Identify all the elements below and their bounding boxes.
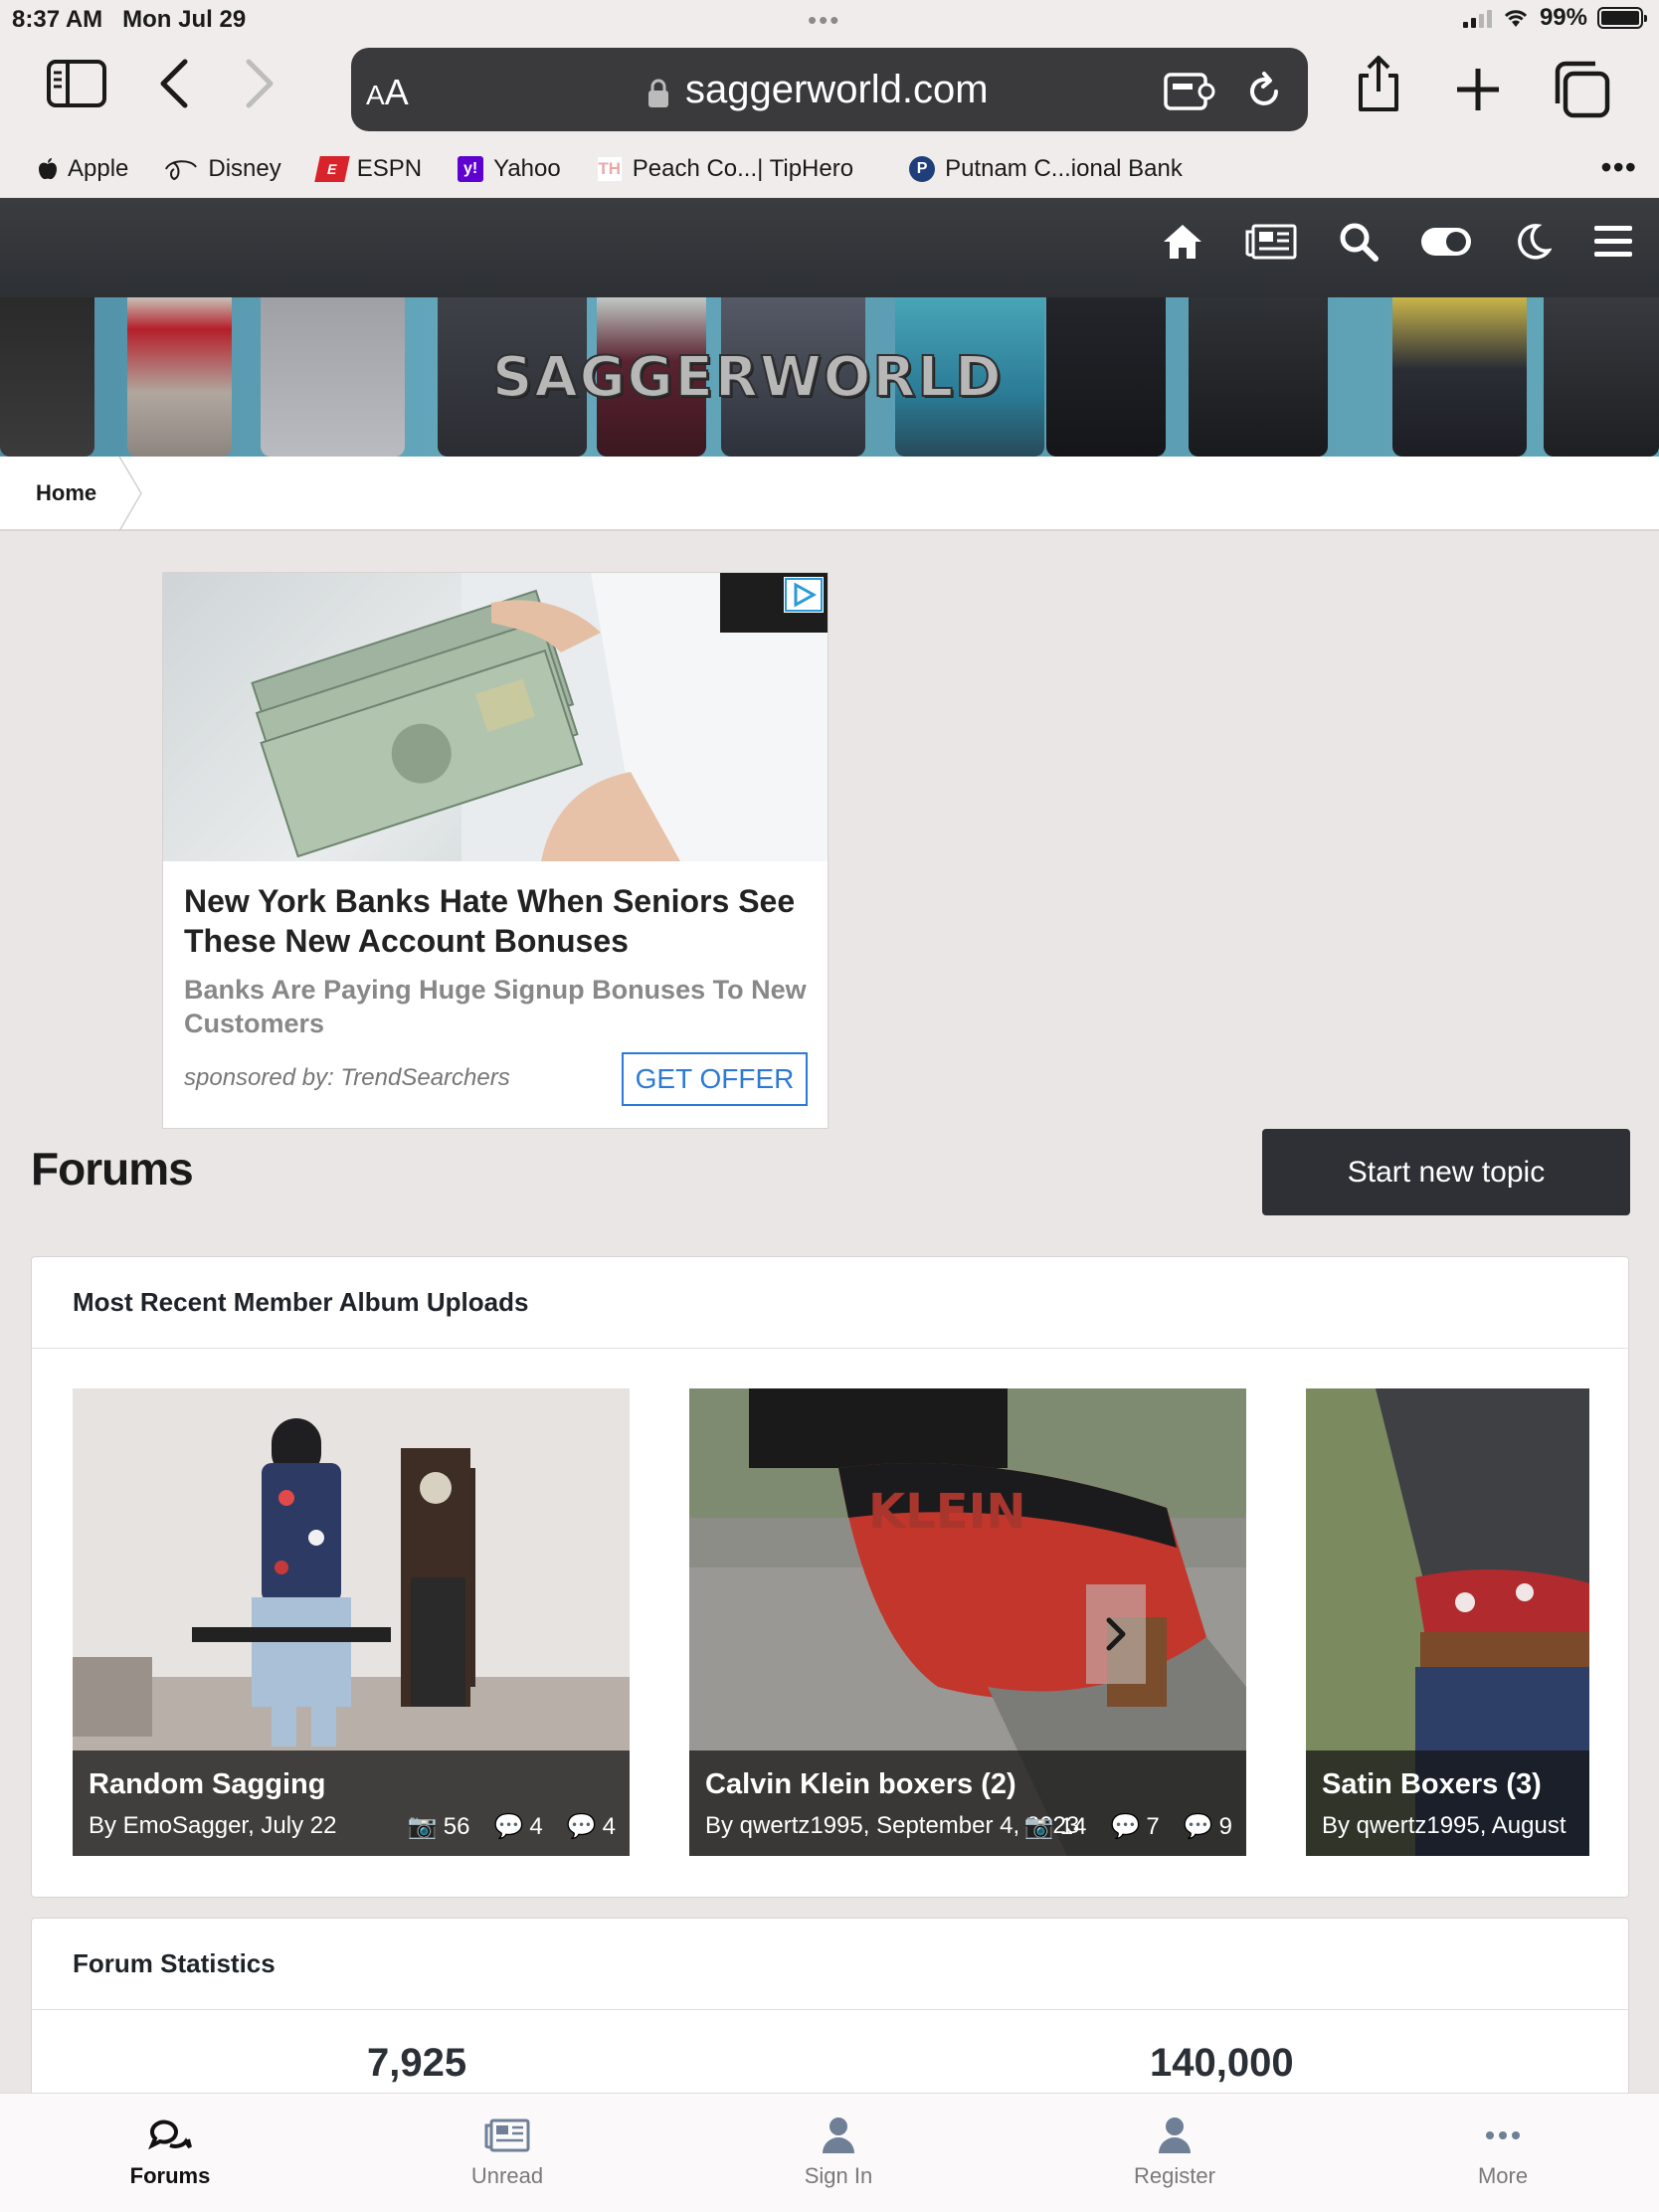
- text-size-button[interactable]: AA: [366, 72, 409, 113]
- album-byline[interactable]: By qwertz1995, September 4, 2023: [705, 1812, 1079, 1840]
- album-card[interactable]: Satin Boxers (3) By qwertz1995, August: [1306, 1388, 1589, 1856]
- yahoo-icon: y!: [458, 156, 484, 182]
- home-icon[interactable]: [1162, 223, 1203, 261]
- album-byline[interactable]: By EmoSagger, July 22: [89, 1812, 336, 1840]
- album-uploads-heading: Most Recent Member Album Uploads: [32, 1257, 1628, 1349]
- tab-register[interactable]: Register: [1075, 2116, 1274, 2189]
- tiphero-icon: TH: [596, 156, 623, 182]
- more-bookmarks-icon[interactable]: •••: [1600, 149, 1637, 186]
- comment-count: 💬 7: [1110, 1812, 1160, 1841]
- sponsored-ad[interactable]: New York Banks Hate When Seniors See The…: [162, 572, 829, 1129]
- tab-forums[interactable]: Forums: [71, 2116, 270, 2189]
- bookmark-espn[interactable]: E ESPN: [313, 155, 422, 183]
- forum-statistics-widget: Forum Statistics: [31, 1918, 1629, 2117]
- page-title: Forums: [31, 1143, 194, 1195]
- comment-count: 💬 4: [493, 1812, 543, 1841]
- battery-icon: [1597, 7, 1647, 29]
- bookmark-putnam-bank[interactable]: P Putnam C...ional Bank: [909, 155, 1183, 183]
- ad-subtitle: Banks Are Paying Huge Signup Bonuses To …: [184, 975, 807, 1038]
- new-tab-icon[interactable]: [1454, 66, 1502, 113]
- ad-sponsor: sponsored by: TrendSearchers: [184, 1064, 510, 1091]
- tab-unread[interactable]: Unread: [408, 2116, 607, 2189]
- share-icon[interactable]: [1353, 54, 1404, 113]
- breadcrumb-home[interactable]: Home: [36, 480, 96, 506]
- disney-icon: [165, 160, 198, 181]
- newspaper-icon: [484, 2119, 530, 2152]
- multitasking-dots-icon[interactable]: •••: [808, 7, 840, 33]
- address-bar[interactable]: AA saggerworld.com: [351, 48, 1308, 131]
- extensions-icon[interactable]: [1163, 72, 1216, 111]
- status-bar: 8:37 AM Mon Jul 29 ••• 99%: [0, 0, 1659, 40]
- browser-toolbar: AA saggerworld.com: [0, 40, 1659, 141]
- camera-icon: 📷: [407, 1813, 438, 1840]
- breadcrumb-separator-icon: [118, 457, 142, 531]
- stat-topics: 7,925: [367, 2041, 467, 2085]
- album-title[interactable]: Calvin Klein boxers (2): [705, 1768, 1016, 1801]
- bookmark-yahoo[interactable]: y! Yahoo: [458, 155, 561, 183]
- reply-count: 💬 4: [566, 1812, 616, 1841]
- tabs-overview-icon[interactable]: [1552, 60, 1611, 119]
- tab-sign-in[interactable]: Sign In: [739, 2116, 938, 2189]
- stat-posts: 140,000: [1150, 2041, 1294, 2085]
- lock-icon: [648, 79, 668, 107]
- comment-icon: 💬: [493, 1813, 524, 1840]
- more-icon: [1486, 2131, 1520, 2139]
- comments-icon: 💬: [1183, 1813, 1213, 1840]
- bank-icon: P: [909, 156, 936, 182]
- album-carousel[interactable]: Random Sagging By EmoSagger, July 22 📷 56…: [73, 1388, 1589, 1856]
- image-count: 📷 56: [407, 1812, 470, 1841]
- bookmark-disney[interactable]: Disney: [164, 155, 281, 183]
- menu-icon[interactable]: [1593, 224, 1633, 260]
- url-text[interactable]: saggerworld.com: [685, 68, 989, 112]
- bookmark-tiphero[interactable]: TH Peach Co...| TipHero: [596, 155, 853, 183]
- album-title[interactable]: Satin Boxers (3): [1322, 1768, 1542, 1801]
- camera-icon: 📷: [1023, 1813, 1054, 1840]
- comment-icon: 💬: [1110, 1813, 1141, 1840]
- search-icon[interactable]: [1339, 222, 1379, 262]
- forum-statistics-heading: Forum Statistics: [32, 1919, 1628, 2010]
- album-uploads-widget: Most Recent Member Album Uploads Random …: [31, 1256, 1629, 1898]
- album-title[interactable]: Random Sagging: [89, 1768, 325, 1801]
- favorites-bar: Apple Disney E ESPN y! Yahoo TH Peach Co…: [0, 141, 1659, 197]
- album-byline[interactable]: By qwertz1995, August: [1322, 1812, 1566, 1840]
- reload-icon[interactable]: [1242, 70, 1286, 113]
- svg-text:KLEIN: KLEIN: [868, 1484, 1026, 1540]
- chevron-right-icon: [1106, 1617, 1126, 1651]
- comments-icon: 💬: [566, 1813, 597, 1840]
- status-time: 8:37 AM Mon Jul 29: [12, 6, 247, 33]
- image-count: 📷 14: [1023, 1812, 1087, 1841]
- user-icon: [823, 2118, 854, 2153]
- bottom-tab-bar: Forums Unread Sign In Register More: [0, 2093, 1659, 2212]
- album-card[interactable]: Random Sagging By EmoSagger, July 22 📷 56…: [73, 1388, 630, 1856]
- news-icon[interactable]: [1245, 224, 1297, 260]
- chat-icon: [148, 2120, 192, 2150]
- espn-icon: E: [313, 156, 350, 182]
- album-card[interactable]: KLEIN Calvin Klein boxers (2) By qwertz1…: [689, 1388, 1246, 1856]
- tab-more[interactable]: More: [1403, 2116, 1602, 2189]
- user-plus-icon: [1159, 2118, 1191, 2153]
- battery-percent: 99%: [1539, 4, 1587, 31]
- wifi-icon: [1504, 10, 1528, 27]
- bookmark-apple[interactable]: Apple: [38, 155, 128, 183]
- cellular-signal-icon: [1462, 8, 1492, 28]
- carousel-next-button[interactable]: [1086, 1584, 1146, 1684]
- back-chevron-icon[interactable]: [157, 58, 191, 109]
- breadcrumb: Home: [0, 457, 1659, 531]
- ad-title[interactable]: New York Banks Hate When Seniors See The…: [184, 881, 811, 961]
- reply-count: 💬 9: [1183, 1812, 1232, 1841]
- ad-image[interactable]: [163, 573, 828, 861]
- moon-icon[interactable]: [1514, 223, 1552, 261]
- get-offer-button[interactable]: GET OFFER: [622, 1052, 808, 1106]
- sidebar-icon[interactable]: [46, 58, 107, 109]
- toggle-icon[interactable]: [1420, 227, 1472, 257]
- site-header: [0, 198, 1659, 297]
- site-logo[interactable]: SAGGERWORLD: [491, 344, 1004, 411]
- apple-icon: [39, 158, 57, 180]
- site-banner[interactable]: SAGGERWORLD: [0, 297, 1659, 457]
- start-new-topic-button[interactable]: Start new topic: [1262, 1129, 1630, 1215]
- ad-choices-icon[interactable]: [784, 577, 824, 613]
- forward-chevron-icon[interactable]: [243, 58, 276, 109]
